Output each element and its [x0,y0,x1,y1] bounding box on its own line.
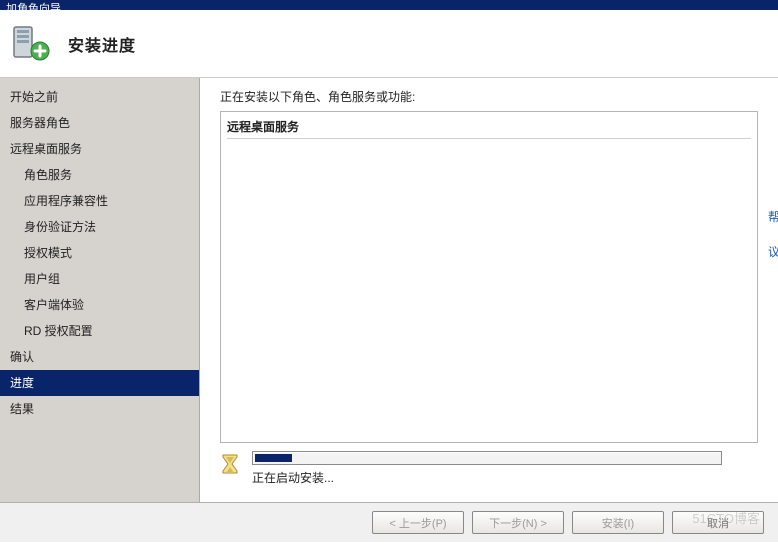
hint-help: 帮 [768,208,778,225]
nav-item-2[interactable]: 远程桌面服务 [0,136,199,162]
nav-item-4[interactable]: 应用程序兼容性 [0,188,199,214]
progress-row: 正在启动安装... [220,451,758,486]
installing-label: 正在安装以下角色、角色服务或功能: [220,88,758,105]
nav-item-5[interactable]: 身份验证方法 [0,214,199,240]
nav-item-3[interactable]: 角色服务 [0,162,199,188]
nav-item-0[interactable]: 开始之前 [0,84,199,110]
wizard-footer: < 上一步(P) 下一步(N) > 安装(I) 取消 [0,502,778,542]
wizard-header-title: 安装进度 [68,32,136,56]
nav-item-10[interactable]: 确认 [0,344,199,370]
install-progress-fill [255,454,292,462]
list-item: 远程桌面服务 [227,116,751,139]
window-title-text: 加角色向导 [6,0,61,10]
nav-item-9[interactable]: RD 授权配置 [0,318,199,344]
nav-item-1[interactable]: 服务器角色 [0,110,199,136]
install-status-text: 正在启动安装... [252,469,758,486]
wizard-main: 开始之前服务器角色远程桌面服务角色服务应用程序兼容性身份验证方法授权模式用户组客… [0,78,778,502]
nav-item-8[interactable]: 客户端体验 [0,292,199,318]
nav-item-7[interactable]: 用户组 [0,266,199,292]
hint-suggest: 议 [768,243,778,260]
nav-item-6[interactable]: 授权模式 [0,240,199,266]
wizard-header: 安装进度 [0,10,778,78]
nav-item-12[interactable]: 结果 [0,396,199,422]
cancel-button[interactable]: 取消 [672,511,764,534]
next-button: 下一步(N) > [472,511,564,534]
wizard-content-panel: 正在安装以下角色、角色服务或功能: 远程桌面服务 正在启动安装... [200,78,778,502]
install-progress-bar [252,451,722,465]
server-role-icon [8,21,54,67]
wizard-nav-sidebar: 开始之前服务器角色远程桌面服务角色服务应用程序兼容性身份验证方法授权模式用户组客… [0,78,200,502]
window-title-bar: 加角色向导 [0,0,778,10]
nav-item-11[interactable]: 进度 [0,370,199,396]
install-button: 安装(I) [572,511,664,534]
hourglass-icon [220,453,240,477]
right-edge-hints: 帮 议 [768,208,778,260]
prev-button: < 上一步(P) [372,511,464,534]
install-items-list: 远程桌面服务 [220,111,758,443]
